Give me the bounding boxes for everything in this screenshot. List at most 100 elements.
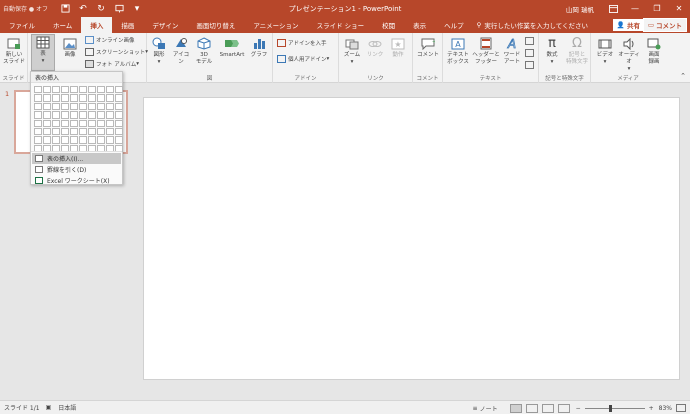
table-grid-cell[interactable] [88, 119, 96, 127]
present-icon[interactable] [110, 0, 128, 17]
table-grid-cell[interactable] [70, 136, 78, 144]
table-grid-cell[interactable] [43, 111, 51, 119]
table-grid-cell[interactable] [97, 111, 105, 119]
tab-animations[interactable]: アニメーション [244, 17, 307, 33]
tab-design[interactable]: デザイン [143, 17, 187, 33]
screenshot-button[interactable]: スクリーンショット ▾ [85, 48, 148, 56]
zoom-out-icon[interactable]: − [576, 405, 581, 412]
draw-table-menu-item[interactable]: 罫線を引く(D) [32, 164, 121, 175]
zoom-slider-thumb[interactable] [608, 404, 612, 412]
table-grid-cell[interactable] [34, 111, 42, 119]
table-grid-cell[interactable] [79, 127, 87, 136]
collapse-ribbon-icon[interactable]: ⌃ [680, 72, 686, 80]
language-indicator[interactable]: 日本語 [58, 403, 76, 412]
table-grid-cell[interactable] [106, 136, 114, 144]
table-grid-cell[interactable] [70, 111, 78, 119]
tab-slideshow[interactable]: スライド ショー [308, 17, 374, 33]
table-grid-cell[interactable] [43, 102, 51, 111]
zoom-slider[interactable] [584, 404, 645, 412]
redo-icon[interactable]: ↻ [92, 0, 110, 17]
table-grid-cell[interactable] [115, 102, 123, 111]
table-grid-cell[interactable] [79, 94, 87, 102]
table-grid-cell[interactable] [61, 86, 69, 94]
tell-me-box[interactable]: ⚲ 実行したい作業を入力してください [477, 17, 588, 33]
slideshow-view-icon[interactable] [557, 403, 570, 413]
audio-button[interactable]: オーディオ ▾ [617, 36, 641, 73]
tab-transitions[interactable]: 画面切り替え [187, 17, 244, 33]
table-grid-cell[interactable] [34, 119, 42, 127]
table-grid-cell[interactable] [70, 86, 78, 94]
share-button[interactable]: 👤 共有 [612, 19, 644, 31]
action-button[interactable]: ★ 動作 [388, 36, 408, 59]
table-grid-cell[interactable] [70, 102, 78, 111]
table-grid-cell[interactable] [88, 111, 96, 119]
zoom-button[interactable]: ズーム ▾ [342, 36, 362, 66]
photo-album-button[interactable]: フォト アルバム ▾ [85, 60, 139, 68]
table-grid-cell[interactable] [115, 136, 123, 144]
table-grid-cell[interactable] [106, 94, 114, 102]
notes-icon[interactable]: ≡ [473, 405, 478, 412]
notes-button[interactable]: ノート [480, 404, 498, 413]
my-addins-button[interactable]: 個人用アドイン ▾ [277, 55, 329, 63]
table-grid-cell[interactable] [106, 102, 114, 111]
table-grid-cell[interactable] [34, 127, 42, 136]
table-grid-cell[interactable] [34, 136, 42, 144]
table-grid-cell[interactable] [52, 111, 60, 119]
table-button[interactable]: 表 ▾ [31, 34, 55, 71]
table-grid-cell[interactable] [97, 119, 105, 127]
table-grid-cell[interactable] [115, 119, 123, 127]
table-grid-cell[interactable] [88, 86, 96, 94]
insert-table-menu-item[interactable]: 表の挿入(I)... [32, 153, 121, 164]
reading-view-icon[interactable] [541, 403, 554, 413]
table-grid-cell[interactable] [115, 127, 123, 136]
wordart-button[interactable]: A ワード アート [501, 36, 523, 66]
3d-models-button[interactable]: 3D モデル [194, 36, 214, 66]
slide-number-icon[interactable] [525, 49, 534, 57]
table-grid-cell[interactable] [79, 86, 87, 94]
table-grid-cell[interactable] [61, 119, 69, 127]
table-grid-cell[interactable] [61, 102, 69, 111]
fit-slide-icon[interactable] [676, 404, 686, 412]
tab-home[interactable]: ホーム [44, 17, 81, 33]
tab-file[interactable]: ファイル [0, 17, 44, 33]
table-grid-cell[interactable] [106, 127, 114, 136]
table-grid-cell[interactable] [34, 102, 42, 111]
table-grid-cell[interactable] [88, 136, 96, 144]
table-grid-cell[interactable] [52, 136, 60, 144]
undo-icon[interactable]: ↶ [74, 0, 92, 17]
tab-help[interactable]: ヘルプ [435, 17, 473, 33]
object-icon[interactable] [525, 61, 534, 69]
get-addins-button[interactable]: アドインを入手 [277, 39, 327, 47]
slide-sorter-icon[interactable] [525, 403, 538, 413]
table-grid-cell[interactable] [34, 94, 42, 102]
smartart-button[interactable]: SmartArt [217, 36, 247, 59]
table-grid-cell[interactable] [70, 119, 78, 127]
table-grid-cell[interactable] [61, 127, 69, 136]
slide-canvas[interactable] [143, 97, 680, 380]
close-button[interactable]: ✕ [668, 0, 690, 17]
table-grid-cell[interactable] [79, 111, 87, 119]
table-grid-cell[interactable] [88, 94, 96, 102]
new-comment-button[interactable]: + コメント [416, 36, 440, 59]
table-grid-cell[interactable] [115, 111, 123, 119]
tab-review[interactable]: 校閲 [373, 17, 404, 33]
video-button[interactable]: ビデオ ▾ [594, 36, 616, 66]
table-grid-cell[interactable] [52, 102, 60, 111]
table-grid-cell[interactable] [97, 86, 105, 94]
table-grid-cell[interactable] [106, 86, 114, 94]
table-size-grid[interactable] [34, 86, 123, 153]
header-footer-button[interactable]: ヘッダーと フッター [472, 36, 500, 66]
table-grid-cell[interactable] [61, 136, 69, 144]
table-grid-cell[interactable] [43, 127, 51, 136]
normal-view-icon[interactable] [509, 403, 522, 413]
screen-recording-button[interactable]: 画面 録画 [643, 36, 665, 66]
table-grid-cell[interactable] [97, 102, 105, 111]
table-grid-cell[interactable] [52, 94, 60, 102]
textbox-button[interactable]: A テキスト ボックス [445, 36, 471, 66]
table-grid-cell[interactable] [43, 119, 51, 127]
table-grid-cell[interactable] [79, 102, 87, 111]
table-grid-cell[interactable] [70, 127, 78, 136]
zoom-in-icon[interactable]: + [649, 405, 654, 412]
table-grid-cell[interactable] [97, 94, 105, 102]
table-grid-cell[interactable] [79, 136, 87, 144]
